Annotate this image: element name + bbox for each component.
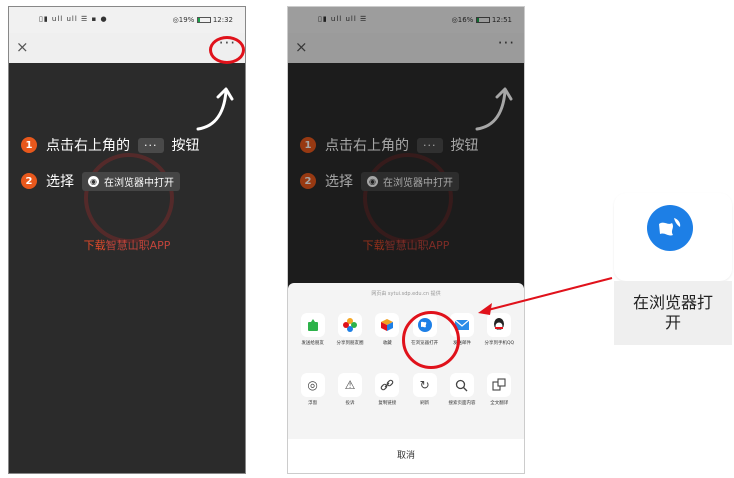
browser-icon	[647, 205, 693, 251]
zoomed-label-area: 在浏览器打 开	[614, 281, 732, 345]
zoomed-icon-tile[interactable]	[614, 193, 732, 281]
zoomed-browser-option: 在浏览器打 开	[614, 193, 732, 345]
zoomed-label: 在浏览器打 开	[632, 293, 713, 332]
